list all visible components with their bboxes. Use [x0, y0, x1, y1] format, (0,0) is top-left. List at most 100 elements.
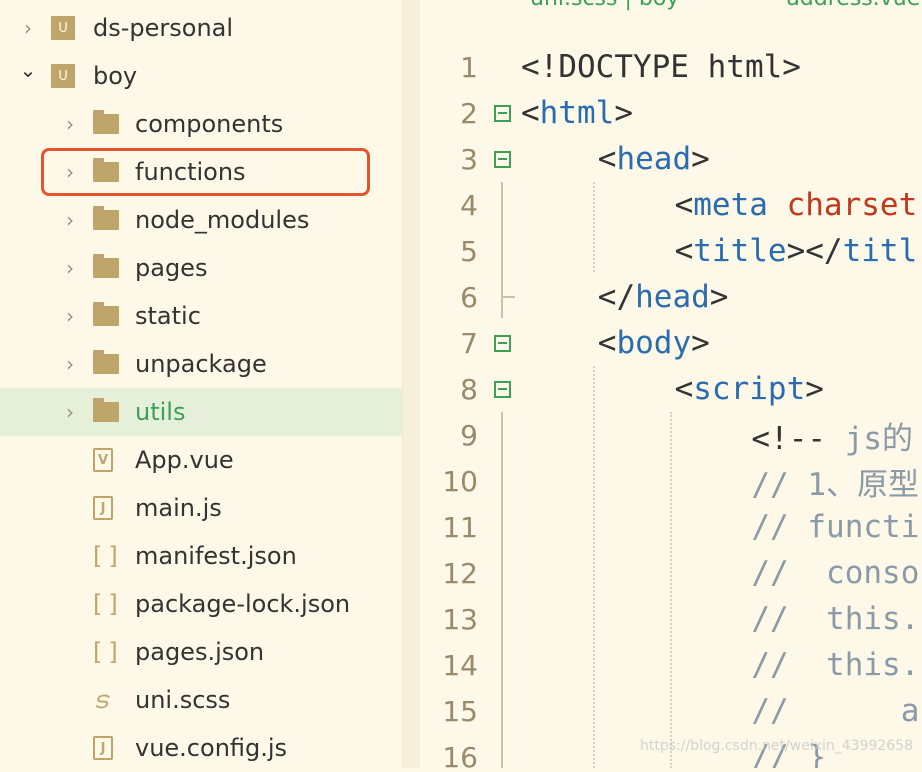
code-text: <title></titl	[675, 233, 918, 269]
fold-end-marker	[501, 296, 515, 298]
tree-item-label: utils	[135, 398, 186, 426]
tree-item-uni-scss[interactable]: ട uni.scss	[0, 676, 402, 724]
chevron-right-icon[interactable]: ›	[60, 400, 80, 424]
tab-uni-scss[interactable]: uni.scss | boy	[530, 0, 679, 11]
tree-item-label: components	[135, 110, 284, 138]
tree-item-label: boy	[93, 62, 138, 90]
chevron-down-icon[interactable]: ⌄	[18, 58, 38, 82]
line-number: 11	[442, 510, 478, 544]
tree-item-vue-config-js[interactable]: Jvue.config.js	[0, 724, 402, 772]
chevron-right-icon[interactable]: ›	[60, 352, 80, 376]
code-line[interactable]: 5 <title></titl	[420, 228, 922, 274]
sidebar-splitter[interactable]	[402, 0, 420, 768]
code-token: body	[616, 325, 692, 361]
code-editor[interactable]: uni.scss | boy address.vue 1 <!DOCTYPE ht…	[420, 0, 922, 768]
tree-item-manifest-json[interactable]: [] manifest.json	[0, 532, 402, 580]
js-file-icon: J	[93, 496, 113, 520]
code-token: title	[693, 233, 787, 269]
line-number: 13	[442, 602, 478, 636]
code-line[interactable]: 4 <meta charset	[420, 182, 922, 228]
tree-item-pages[interactable]: › pages	[0, 244, 402, 292]
tab-address-vue[interactable]: address.vue	[786, 0, 920, 11]
project-icon: U	[51, 16, 75, 40]
code-token: <	[597, 325, 617, 361]
chevron-right-icon[interactable]: ›	[18, 16, 38, 40]
code-line[interactable]: 13 // this.	[420, 596, 922, 642]
chevron-right-icon[interactable]: ›	[60, 208, 80, 232]
code-line[interactable]: 15 // a	[420, 688, 922, 734]
fold-toggle-icon[interactable]	[494, 104, 511, 122]
js-file-icon: J	[93, 736, 113, 760]
folder-icon	[93, 110, 119, 134]
code-text: <script>	[675, 371, 824, 407]
tree-item-components[interactable]: › components	[0, 100, 402, 148]
code-token: <!DOCTYPE html>	[521, 49, 801, 85]
code-token: <	[597, 141, 617, 177]
tree-item-pages-json[interactable]: [] pages.json	[0, 628, 402, 676]
tree-item-label: App.vue	[135, 446, 234, 474]
code-text: // this.	[751, 601, 919, 637]
code-line[interactable]: 7 <body>	[420, 320, 922, 366]
code-token: >	[691, 325, 710, 361]
tree-item-label: manifest.json	[135, 542, 297, 570]
tree-item-unpackage[interactable]: › unpackage	[0, 340, 402, 388]
code-token: charset	[786, 187, 918, 223]
code-line[interactable]: 2 <html>	[420, 90, 922, 136]
fold-toggle-icon[interactable]	[494, 380, 511, 398]
code-token: js的	[844, 420, 914, 457]
code-token: <	[521, 95, 540, 131]
tree-item-node-modules[interactable]: › node_modules	[0, 196, 402, 244]
fold-toggle-icon[interactable]	[494, 334, 511, 352]
code-line[interactable]: 1 <!DOCTYPE html>	[420, 44, 922, 90]
code-token: // this.	[751, 601, 920, 637]
tree-item-label: package-lock.json	[135, 590, 351, 618]
line-number: 5	[460, 234, 478, 268]
code-token: <	[674, 187, 694, 223]
tree-item-ds-personal[interactable]: › Uds-personal	[0, 4, 402, 52]
code-line[interactable]: 11 // functi	[420, 504, 922, 550]
fold-toggle-icon[interactable]	[494, 150, 511, 168]
code-line[interactable]: 3 <head>	[420, 136, 922, 182]
code-token: ></	[786, 233, 843, 269]
code-line[interactable]: 10 // 1、原型	[420, 458, 922, 504]
scss-file-icon: ട	[93, 686, 108, 714]
chevron-right-icon[interactable]: ›	[60, 112, 80, 136]
code-token: // 1、原型	[751, 466, 920, 503]
code-text: <!DOCTYPE html>	[521, 49, 801, 85]
code-token: head	[616, 141, 692, 177]
tree-item-label: main.js	[135, 494, 222, 522]
tree-item-boy[interactable]: ⌄ Uboy	[0, 52, 402, 100]
json-file-icon: []	[93, 638, 124, 666]
tree-item-label: uni.scss	[135, 686, 231, 714]
folder-icon	[93, 206, 119, 230]
code-line[interactable]: 8 <script>	[420, 366, 922, 412]
tree-item-utils[interactable]: › utils	[0, 388, 402, 436]
code-token: <	[674, 371, 694, 407]
code-token: html	[539, 95, 615, 131]
line-number: 12	[442, 556, 478, 590]
line-number: 16	[442, 740, 478, 769]
tree-item-package-lock-json[interactable]: [] package-lock.json	[0, 580, 402, 628]
code-token: meta	[693, 187, 768, 223]
chevron-right-icon[interactable]: ›	[60, 256, 80, 280]
line-number: 3	[460, 142, 478, 176]
line-number: 10	[442, 464, 478, 498]
tree-item-main-js[interactable]: Jmain.js	[0, 484, 402, 532]
tree-item-label: vue.config.js	[135, 734, 288, 762]
code-line[interactable]: 14 // this.	[420, 642, 922, 688]
code-text: // conso	[751, 555, 919, 591]
code-text: // this.	[751, 647, 919, 683]
code-line[interactable]: 9 <!-- js的	[420, 412, 922, 458]
folder-icon	[93, 254, 119, 278]
line-number: 14	[442, 648, 478, 682]
tree-item-app-vue[interactable]: V App.vue	[0, 436, 402, 484]
chevron-right-icon[interactable]: ›	[60, 304, 80, 328]
folder-icon	[93, 350, 119, 374]
tree-item-static[interactable]: › static	[0, 292, 402, 340]
code-text: // functi	[751, 509, 919, 545]
tree-item-label: static	[135, 302, 201, 330]
code-line[interactable]: 12 // conso	[420, 550, 922, 596]
code-line[interactable]: 6 </head>	[420, 274, 922, 320]
code-text: <!-- js的	[751, 413, 913, 458]
json-file-icon: []	[93, 590, 124, 618]
